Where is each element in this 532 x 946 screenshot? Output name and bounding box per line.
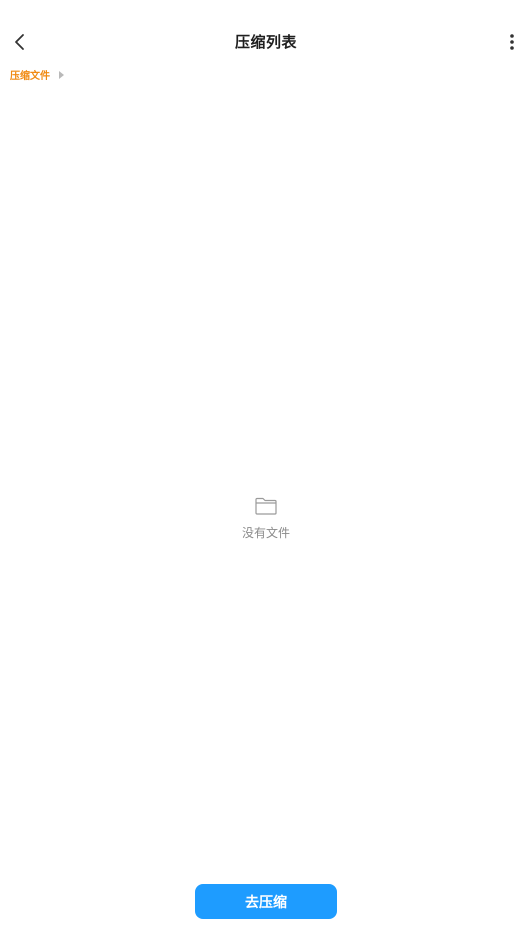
page-title: 压缩列表 [234,33,297,51]
app-header: 压缩列表 [0,0,532,84]
empty-state-text: 没有文件 [241,526,290,540]
more-vertical-icon [510,34,514,50]
folder-icon [255,497,277,515]
breadcrumb-item-compressed-files[interactable]: 压缩文件 [10,67,50,82]
go-compress-button[interactable]: 去压缩 [195,884,337,919]
more-options-button[interactable] [500,28,524,56]
breadcrumb: 压缩文件 [10,67,64,82]
triangle-right-icon [59,70,64,79]
empty-state: 没有文件 [0,496,532,541]
